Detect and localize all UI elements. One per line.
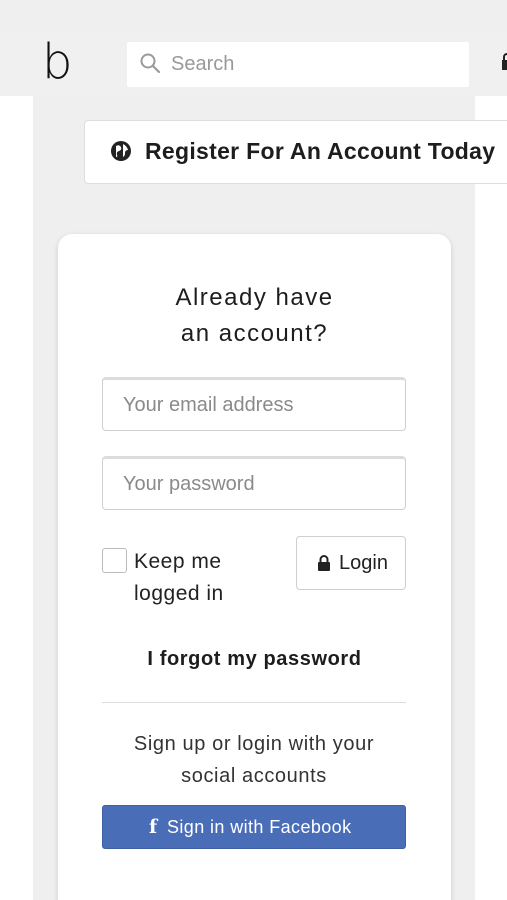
divider: [102, 702, 406, 703]
facebook-icon: f: [149, 816, 158, 838]
email-field[interactable]: [102, 377, 406, 431]
social-login-text: Sign up or login with your social accoun…: [133, 733, 375, 787]
facebook-signin-label: Sign in with Facebook: [167, 817, 352, 837]
register-banner[interactable]: Register For An Account Today: [84, 120, 507, 184]
password-field[interactable]: [102, 456, 406, 510]
search-icon: [140, 53, 161, 74]
keep-logged-in-checkbox[interactable]: [102, 548, 127, 573]
lock-icon: [318, 555, 330, 571]
login-card: Already have an account? Keep me logged …: [58, 234, 451, 900]
keep-logged-in-label[interactable]: Keep me logged in: [134, 546, 254, 610]
forgot-password-link[interactable]: I forgot my password: [58, 648, 451, 671]
left-margin-strip: [0, 96, 33, 900]
search-input[interactable]: [171, 42, 461, 87]
login-button-label: Login: [339, 552, 388, 574]
right-margin-strip: [475, 96, 507, 900]
globe-icon: [111, 141, 131, 161]
lock-icon[interactable]: [500, 52, 507, 72]
site-logo[interactable]: b: [42, 38, 74, 86]
register-banner-text: Register For An Account Today: [145, 138, 496, 164]
login-title: Already have an account?: [175, 284, 334, 347]
facebook-signin-button[interactable]: f Sign in with Facebook: [102, 805, 406, 849]
search-bar[interactable]: [127, 42, 469, 87]
login-button[interactable]: Login: [296, 536, 406, 590]
